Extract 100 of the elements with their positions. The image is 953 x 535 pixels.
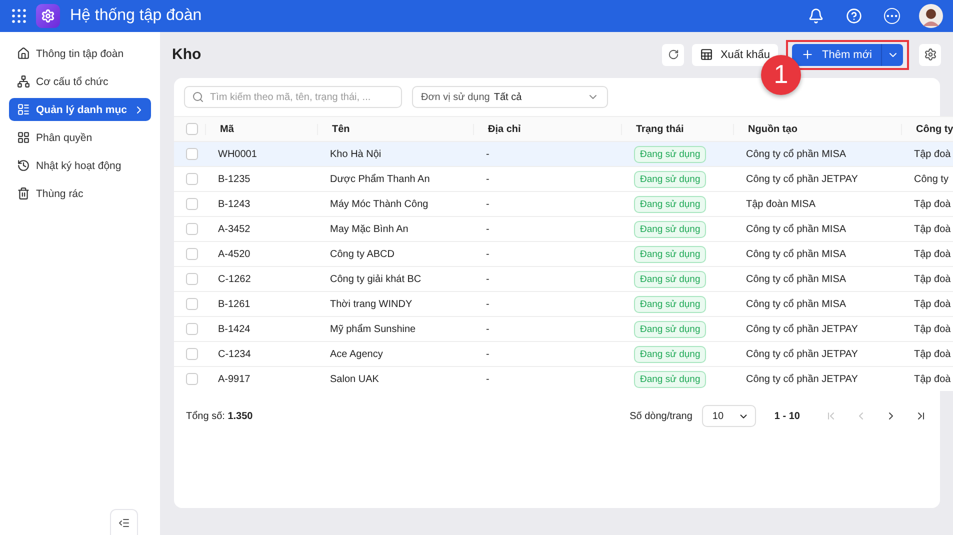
row-checkbox[interactable] (186, 323, 198, 335)
table-cell-text: C-1262 (217, 274, 252, 284)
table-cell-text: Tập đoà (913, 224, 952, 234)
table-cell-text: Thời trang WINDY (329, 298, 414, 310)
status-tag: Đang sử dụng (634, 170, 706, 188)
row-checkbox[interactable] (186, 248, 198, 260)
table-cell-text: Công ty giải khát BC (329, 274, 422, 284)
row-checkbox[interactable] (186, 348, 198, 360)
sidebar-item[interactable]: Cơ cấu tổ chức (9, 70, 151, 93)
table-row[interactable]: A-4520 Công ty ABCD - Đang sử dụng Công ty cổ phần MISA Tập đoà (174, 241, 953, 266)
history-icon (17, 159, 30, 172)
sidebar-item[interactable]: Thông tin tập đoàn (9, 42, 151, 65)
home-icon (17, 47, 30, 60)
table-cell-text: Tập đoà (913, 374, 952, 384)
search-icon (192, 91, 204, 103)
user-avatar[interactable] (919, 4, 943, 28)
table-cell-text: Dược Phẩm Thanh An (329, 174, 431, 184)
table-cell-text: WH0001 (217, 148, 258, 160)
table-row[interactable]: A-3452 May Mặc Bình An - Đang sử dụng Công ty cổ phần MISA Tập đoà (174, 216, 953, 241)
first-page-icon (825, 410, 837, 422)
table-cell-text: Kho Hà Nội (329, 148, 382, 160)
table-cell-text: B-1243 (217, 198, 252, 210)
refresh-button[interactable] (662, 44, 684, 66)
status-tag: Đang sử dụng (634, 370, 706, 388)
refresh-icon (668, 49, 679, 60)
table-cell-text: - (485, 324, 490, 334)
table-cell-text: Công ty cổ phần JETPAY (745, 374, 859, 384)
status-tag: Đang sử dụng (634, 246, 706, 262)
sidebar-item[interactable]: Thùng rác (9, 182, 151, 205)
table-cell-text: Công ty ABCD (329, 248, 396, 260)
sidebar-item[interactable]: Nhật ký hoạt động (9, 154, 151, 177)
table-cell-text: - (485, 224, 490, 234)
table-cell-text: Công ty (913, 174, 950, 184)
table-cell-text: B-1424 (217, 324, 252, 334)
app-title: Hệ thống tập đoàn (70, 7, 203, 25)
table-cell-text: B-1261 (217, 298, 252, 310)
select-all-checkbox[interactable] (186, 123, 198, 135)
table-cell-text: - (485, 374, 490, 384)
table-cell-text: May Mặc Bình An (329, 224, 410, 234)
table-cell-text: Tập đoà (913, 248, 952, 260)
page-title: Kho (172, 46, 202, 63)
settings-button[interactable] (919, 44, 941, 66)
table-row[interactable]: B-1243 Máy Móc Thành Công - Đang sử dụng Tập đoàn MISA Tập đoà (174, 191, 953, 216)
collapse-sidebar-button[interactable] (110, 509, 138, 535)
table-row[interactable]: C-1262 Công ty giải khát BC - Đang sử dụng Công ty cổ phần MISA Tập đoà (174, 266, 953, 291)
page-range: 1 - 10 (774, 410, 800, 422)
table-row[interactable]: B-1424 Mỹ phẩm Sunshine - Đang sử dụng Công ty cổ phần JETPAY Tập đoà (174, 316, 953, 341)
table-row[interactable]: C-1234 Ace Agency - Đang sử dụng Công ty cổ phần JETPAY Tập đoà (174, 341, 953, 366)
table-cell-text: Tập đoà (913, 324, 952, 334)
status-tag: Đang sử dụng (634, 296, 706, 312)
rows-per-page-dropdown[interactable]: 10 (702, 405, 756, 427)
table-row[interactable]: WH0001 Kho Hà Nội - Đang sử dụng Công ty cổ phần MISA Tập đoà (174, 141, 953, 166)
add-options-button[interactable] (881, 44, 903, 66)
sidebar-item[interactable]: Phân quyền (9, 126, 151, 149)
column-header: Trạng thái (621, 124, 733, 134)
column-header: Mã (205, 124, 317, 134)
row-checkbox[interactable] (186, 198, 198, 210)
table-cell-text: Mỹ phẩm Sunshine (329, 324, 417, 334)
table-cell-text: Công ty cổ phần MISA (745, 224, 848, 234)
status-tag: Đang sử dụng (634, 220, 706, 238)
status-tag: Đang sử dụng (634, 320, 706, 338)
column-header: Địa chỉ (473, 124, 621, 134)
row-checkbox[interactable] (186, 273, 198, 285)
table-cell-text: Công ty cổ phần JETPAY (745, 174, 859, 184)
table-row[interactable]: B-1235 Dược Phẩm Thanh An - Đang sử dụng Công ty cổ phần JETPAY Công ty (174, 166, 953, 191)
table-cell-text: - (485, 298, 490, 310)
add-new-button[interactable]: Thêm mới (792, 44, 881, 66)
table-cell-text: Công ty cổ phần MISA (745, 148, 848, 160)
row-checkbox[interactable] (186, 298, 198, 310)
row-checkbox[interactable] (186, 148, 198, 160)
table-cell-text: Tập đoà (913, 148, 952, 160)
collapse-icon (118, 516, 130, 528)
plus-icon (801, 48, 814, 61)
table-cell-text: A-9917 (217, 374, 252, 384)
row-checkbox[interactable] (186, 223, 198, 235)
sidebar-item[interactable]: Quản lý danh mục (9, 98, 151, 121)
app-logo-icon (36, 4, 60, 28)
table-row[interactable]: A-9917 Salon UAK - Đang sử dụng Công ty cổ phần JETPAY Tập đoà (174, 366, 953, 391)
total-count: Tổng số: 1.350 (186, 410, 254, 422)
table-cell-text: Tập đoà (913, 198, 952, 210)
table-cell-text: - (485, 348, 490, 360)
unit-filter-dropdown[interactable]: Đơn vị sử dụng Tất cả (412, 86, 608, 108)
table-cell-text: Công ty cổ phần MISA (745, 298, 848, 310)
status-tag: Đang sử dụng (634, 146, 706, 162)
table-cell-text: B-1235 (217, 174, 252, 184)
app-grid-icon[interactable] (12, 9, 26, 23)
table-cell-text: Công ty cổ phần JETPAY (745, 348, 859, 360)
table-cell-text: A-4520 (217, 248, 252, 260)
table-row[interactable]: B-1261 Thời trang WINDY - Đang sử dụng Công ty cổ phần MISA Tập đoà (174, 291, 953, 316)
row-checkbox[interactable] (186, 373, 198, 385)
search-field[interactable]: Tìm kiếm theo mã, tên, trạng thái, ... (184, 86, 402, 108)
column-header: Nguồn tạo (733, 124, 901, 134)
status-tag: Đang sử dụng (634, 346, 706, 362)
table-cell-text: A-3452 (217, 224, 252, 234)
column-header: Công ty (901, 124, 953, 134)
list-icon (17, 103, 30, 116)
row-checkbox[interactable] (186, 173, 198, 185)
status-tag: Đang sử dụng (634, 196, 706, 212)
table-cell-text: - (485, 148, 490, 160)
table-cell-text: - (485, 274, 490, 284)
